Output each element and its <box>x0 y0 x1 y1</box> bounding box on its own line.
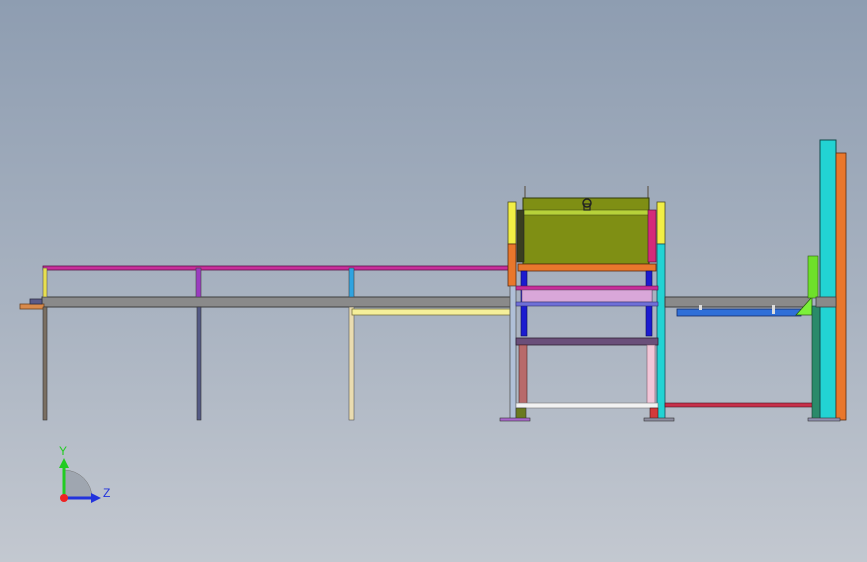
machine-side-view[interactable]: Y Z <box>0 0 867 562</box>
rail-post-3[interactable] <box>348 267 355 298</box>
frame-bottom-foot-left[interactable] <box>515 407 527 420</box>
frame-upright-left-lower[interactable] <box>509 285 517 420</box>
press-box[interactable] <box>522 197 650 265</box>
conveyor-leg-1[interactable] <box>42 306 48 421</box>
foot-plate-left[interactable] <box>499 417 531 422</box>
conveyor-leg-3[interactable] <box>348 306 355 421</box>
press-box-dark-side[interactable] <box>516 209 525 263</box>
frame-magenta-cross[interactable] <box>515 285 659 291</box>
frame-upright-left-yellow[interactable] <box>507 201 517 245</box>
frame-bottom-foot-right[interactable] <box>649 407 659 420</box>
view-orientation-triad: Y Z <box>59 444 110 503</box>
frame-upright-right-yellow[interactable] <box>656 201 666 245</box>
press-box-magenta-side[interactable] <box>647 209 657 263</box>
output-blue-tab-2[interactable] <box>772 305 775 314</box>
frame-pink-plate[interactable] <box>521 289 653 303</box>
output-assembly[interactable] <box>664 139 847 422</box>
output-blue-tab-1[interactable] <box>699 305 702 310</box>
output-lower-strut[interactable] <box>664 402 822 408</box>
triad-y-label: Y <box>59 444 67 458</box>
output-blue-channel[interactable] <box>676 308 802 317</box>
conveyor-leg-2[interactable] <box>196 306 202 421</box>
green-plate[interactable] <box>807 255 819 299</box>
frame-purple-cross[interactable] <box>515 337 659 346</box>
rail-post-2[interactable] <box>195 267 202 298</box>
conveyor-end-stub[interactable] <box>19 303 45 310</box>
frame-blue-cross[interactable] <box>515 301 659 307</box>
press-box-top-band[interactable] <box>522 209 650 216</box>
cad-viewport[interactable]: Y Z <box>0 0 867 562</box>
press-orange-crossbar[interactable] <box>517 263 657 272</box>
conveyor-main-beam[interactable] <box>41 296 513 308</box>
conveyor-top-rail[interactable] <box>42 265 512 271</box>
output-column-cap[interactable] <box>815 296 837 308</box>
conveyor-end-block[interactable] <box>29 298 43 305</box>
rail-post-1[interactable] <box>42 267 48 298</box>
conveyor-assembly[interactable] <box>19 265 513 421</box>
triad-z-label: Z <box>103 486 110 500</box>
triad-z-arrow-icon <box>91 493 101 503</box>
frame-upright-left-orange[interactable] <box>507 243 517 287</box>
output-column-orange[interactable] <box>835 152 847 421</box>
conveyor-yellow-support[interactable] <box>351 308 513 316</box>
frame-lower-post-left[interactable] <box>518 344 528 406</box>
output-beam[interactable] <box>664 296 812 308</box>
frame-lower-post-right[interactable] <box>646 344 656 406</box>
triad-shade-icon <box>63 469 93 499</box>
output-base-plate[interactable] <box>807 417 841 422</box>
press-frame-assembly[interactable] <box>499 186 675 422</box>
foot-plate-right[interactable] <box>643 417 675 422</box>
frame-bottom-bar[interactable] <box>515 402 659 409</box>
output-column-cyan[interactable] <box>819 139 837 421</box>
triad-origin-icon <box>60 494 68 502</box>
frame-upright-right-cyan[interactable] <box>656 243 666 420</box>
triad-y-arrow-icon <box>59 458 69 468</box>
